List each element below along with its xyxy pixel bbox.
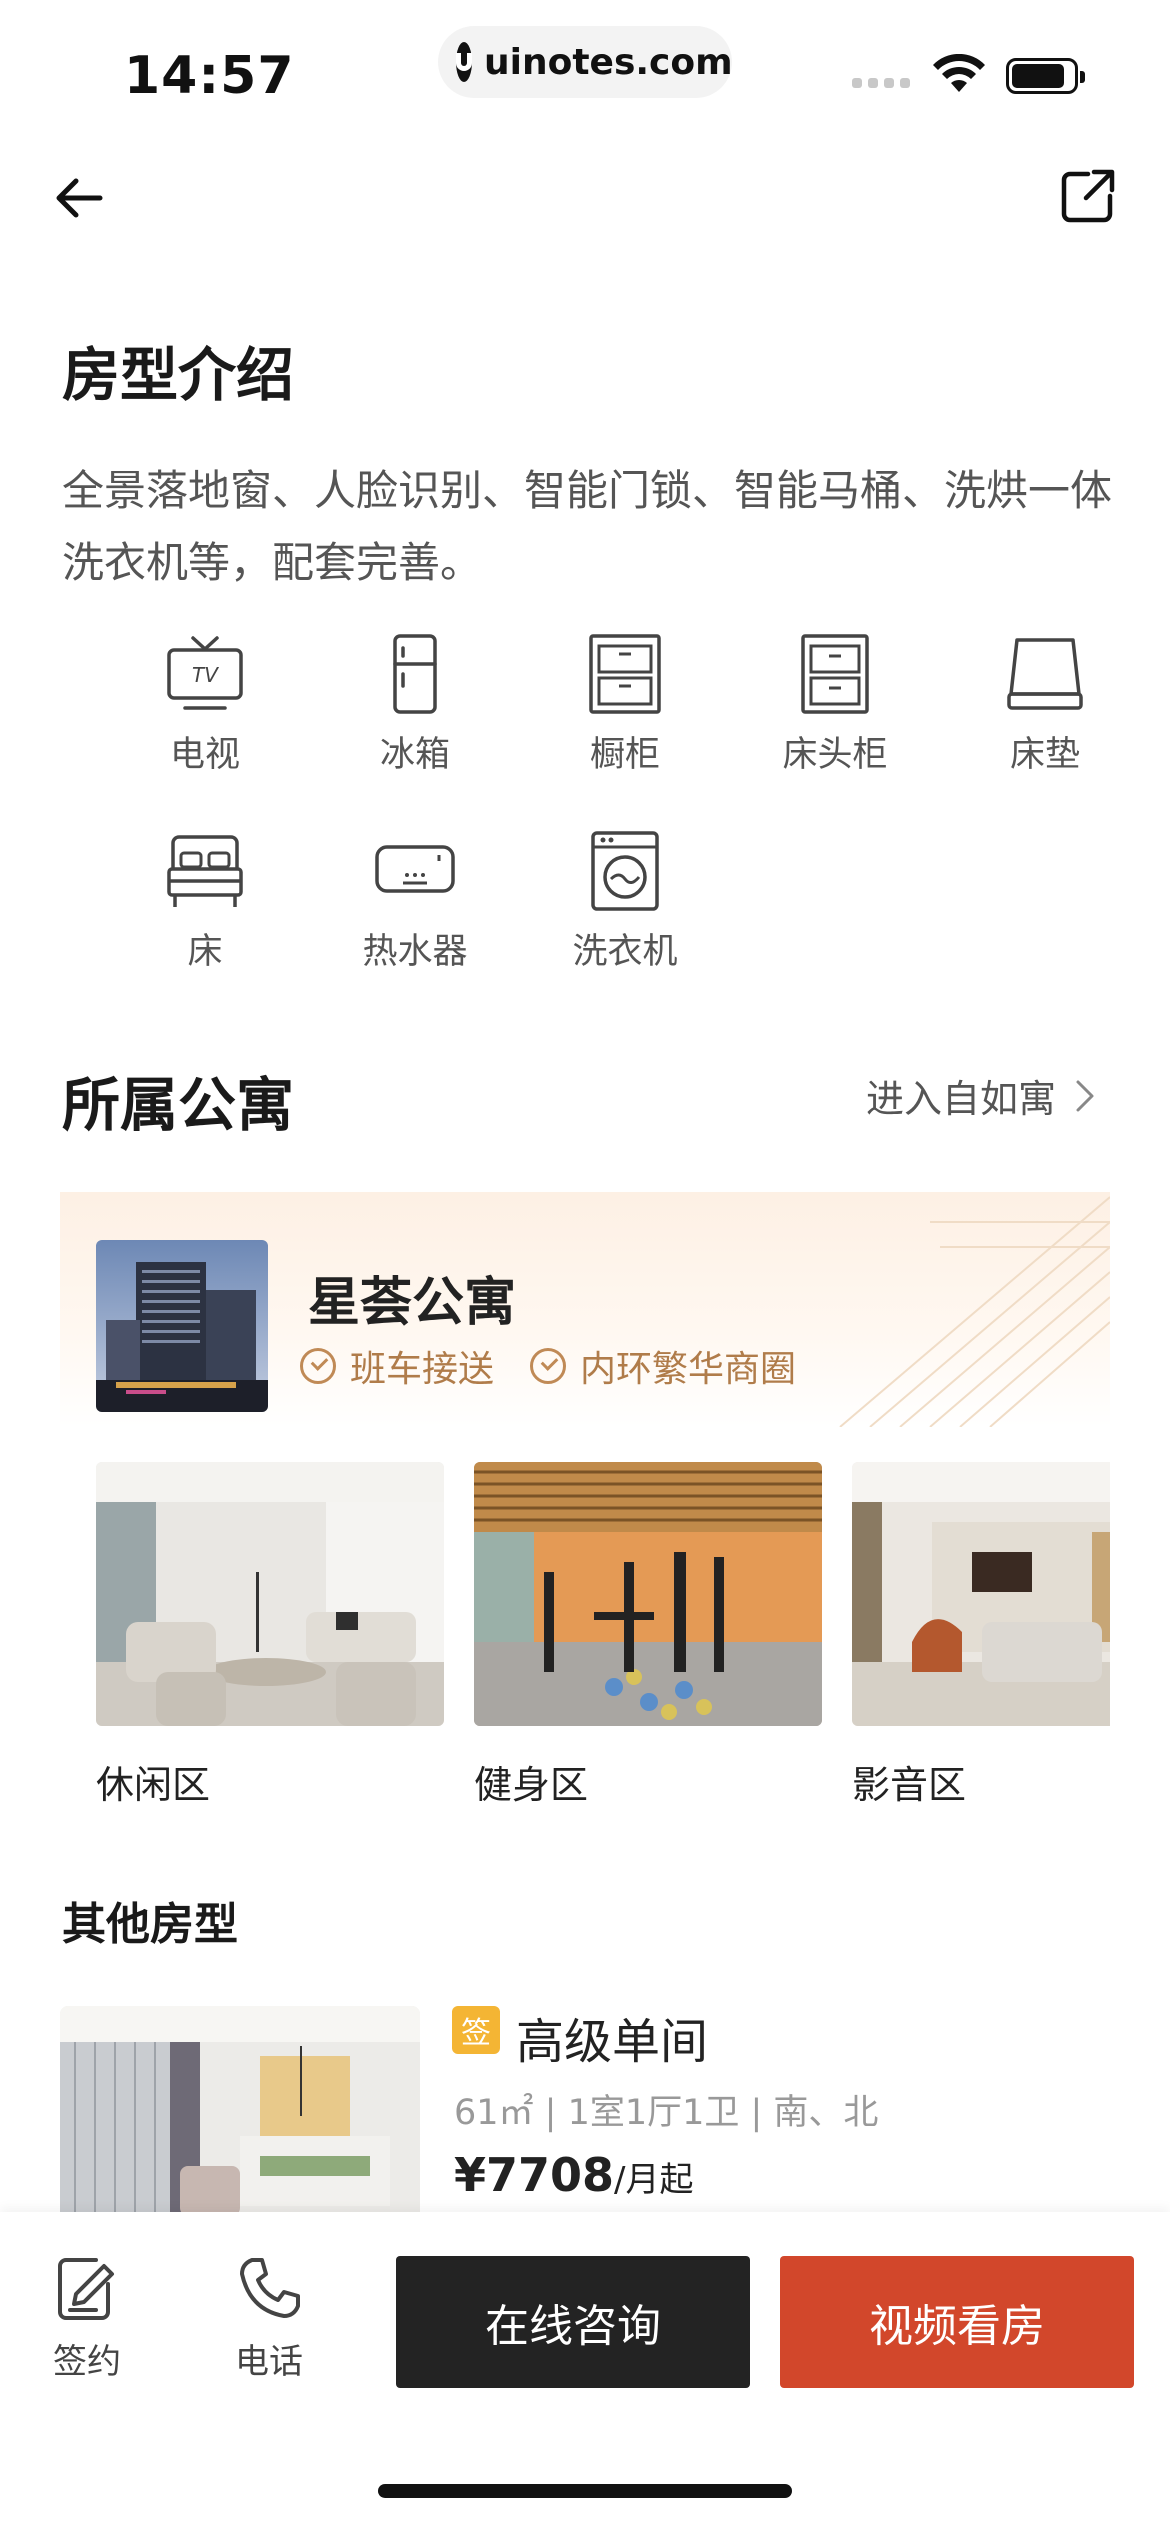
fridge-icon bbox=[393, 634, 437, 714]
cabinet-icon bbox=[589, 634, 661, 714]
facility-label: 影音区 bbox=[852, 1763, 967, 1807]
decorative-stripes bbox=[839, 1196, 1110, 1427]
amenity-cabinet: 橱柜 bbox=[520, 632, 730, 777]
svg-text:TV: TV bbox=[192, 663, 219, 687]
amenity-label: 床 bbox=[187, 932, 223, 972]
home-indicator bbox=[378, 2484, 792, 2498]
amenity-water-heater: 热水器 bbox=[310, 829, 520, 974]
amenity-label: 电视 bbox=[169, 735, 240, 775]
water-heater-icon bbox=[375, 845, 455, 893]
facility-label: 休闲区 bbox=[96, 1763, 211, 1807]
room-card[interactable]: 签 高级单间 61㎡ | 1室1厅1卫 | 南、北 ¥7708/月起 bbox=[60, 2006, 1110, 2212]
room-photo bbox=[60, 2006, 420, 2212]
amenity-washing-machine: 洗衣机 bbox=[520, 829, 730, 974]
apartment-card[interactable]: 星荟公寓 班车接送 内环繁华商圈 bbox=[60, 1192, 1110, 1427]
cellular-signal-icon bbox=[852, 78, 910, 88]
tag-label: 内环繁华商圈 bbox=[580, 1349, 797, 1390]
amenity-label: 热水器 bbox=[362, 932, 468, 972]
enter-apartment-link[interactable]: 进入自如寓 bbox=[866, 1068, 1096, 1123]
bed-icon bbox=[167, 835, 243, 907]
facility-carousel[interactable]: 休闲区 健身区 影音区 bbox=[96, 1462, 1110, 1822]
url-pill[interactable]: uinotes.com bbox=[438, 26, 733, 98]
sign-label: 签约 bbox=[53, 2342, 121, 2382]
room-meta: 61㎡ | 1室1厅1卫 | 南、北 bbox=[454, 2093, 879, 2133]
check-circle-icon bbox=[530, 1348, 567, 1384]
chevron-right-icon bbox=[1076, 1080, 1094, 1111]
facility-label: 健身区 bbox=[474, 1763, 589, 1807]
facility-card[interactable]: 休闲区 bbox=[96, 1462, 444, 1809]
amenity-nightstand: 床头柜 bbox=[730, 632, 940, 777]
facility-photo-theater bbox=[852, 1462, 1110, 1726]
price-value: ¥7708 bbox=[454, 2148, 615, 2202]
enter-link-label: 进入自如寓 bbox=[866, 1077, 1057, 1121]
status-bar: 14:57 uinotes.com bbox=[0, 0, 1170, 140]
tag-label: 班车接送 bbox=[350, 1349, 495, 1390]
amenity-grid: TV 电视 冰箱 橱柜 床头柜 床垫 床 热水器 洗衣机 bbox=[100, 632, 1100, 974]
amenity-label: 洗衣机 bbox=[572, 932, 678, 972]
facility-card[interactable]: 影音区 bbox=[852, 1462, 1110, 1809]
wifi-icon bbox=[933, 54, 985, 92]
signed-badge: 签 bbox=[452, 2006, 500, 2054]
sign-button[interactable]: 签约 bbox=[52, 2254, 122, 2383]
online-consult-button[interactable]: 在线咨询 bbox=[396, 2256, 750, 2388]
site-logo-icon bbox=[456, 42, 472, 82]
amenity-tv: TV 电视 bbox=[100, 632, 310, 777]
check-circle-icon bbox=[300, 1348, 336, 1384]
phone-button[interactable]: 电话 bbox=[234, 2254, 304, 2383]
facility-card[interactable]: 健身区 bbox=[474, 1462, 822, 1809]
apartment-thumbnail bbox=[96, 1240, 268, 1412]
amenity-label: 床垫 bbox=[1009, 735, 1080, 775]
url-text: uinotes.com bbox=[484, 41, 733, 83]
amenity-label: 床头柜 bbox=[782, 735, 888, 775]
nightstand-icon bbox=[801, 634, 869, 714]
status-time: 14:57 bbox=[124, 46, 295, 106]
video-viewing-button[interactable]: 视频看房 bbox=[780, 2256, 1134, 2388]
battery-icon bbox=[1006, 58, 1085, 94]
room-intro-title: 房型介绍 bbox=[62, 341, 295, 409]
phone-label: 电话 bbox=[235, 2342, 303, 2382]
other-rooms-title: 其他房型 bbox=[62, 1899, 238, 1950]
apartment-name: 星荟公寓 bbox=[308, 1273, 517, 1333]
facility-photo-gym bbox=[474, 1462, 822, 1726]
apartment-tag: 内环繁华商圈 bbox=[530, 1340, 796, 1392]
amenity-fridge: 冰箱 bbox=[310, 632, 520, 777]
amenity-label: 冰箱 bbox=[379, 735, 450, 775]
back-arrow-icon[interactable] bbox=[50, 168, 110, 228]
apartment-section-title: 所属公寓 bbox=[62, 1071, 295, 1139]
room-name: 高级单间 bbox=[516, 2014, 709, 2070]
mattress-icon bbox=[1007, 638, 1083, 710]
room-description: 全景落地窗、人脸识别、智能门锁、智能马桶、洗烘一体洗衣机等，配套完善。 bbox=[62, 466, 1113, 587]
share-icon[interactable] bbox=[1058, 166, 1118, 226]
room-price: ¥7708/月起 bbox=[454, 2148, 694, 2202]
amenity-bed: 床 bbox=[100, 829, 310, 974]
sign-contract-icon bbox=[58, 2258, 114, 2320]
amenity-mattress: 床垫 bbox=[940, 632, 1150, 777]
apartment-tag: 班车接送 bbox=[300, 1340, 494, 1392]
price-unit: /月起 bbox=[614, 2160, 694, 2200]
amenity-label: 橱柜 bbox=[589, 735, 660, 775]
tv-icon: TV bbox=[167, 636, 243, 710]
apartment-tags: 班车接送 内环繁华商圈 bbox=[300, 1340, 796, 1392]
phone-icon bbox=[240, 2258, 300, 2318]
washing-machine-icon bbox=[591, 831, 659, 911]
facility-photo-lounge bbox=[96, 1462, 444, 1726]
